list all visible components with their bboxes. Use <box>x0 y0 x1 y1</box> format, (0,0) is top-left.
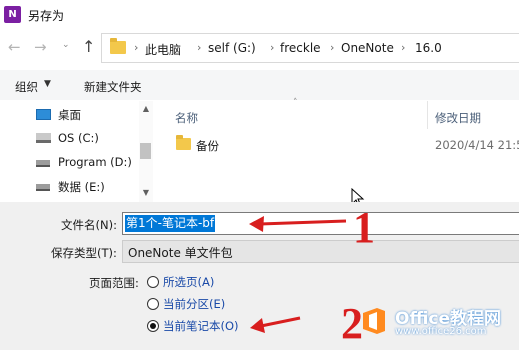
watermark-url: www.office26.com <box>395 326 487 337</box>
annotation-number-1: 1 <box>353 203 375 252</box>
watermark: Office教程网 www.office26.com <box>357 300 519 350</box>
annotation-layer <box>249 216 347 333</box>
annotation-arrow-2 <box>250 316 301 333</box>
office-logo-icon <box>363 308 385 334</box>
annotation-arrow-1 <box>249 216 347 232</box>
